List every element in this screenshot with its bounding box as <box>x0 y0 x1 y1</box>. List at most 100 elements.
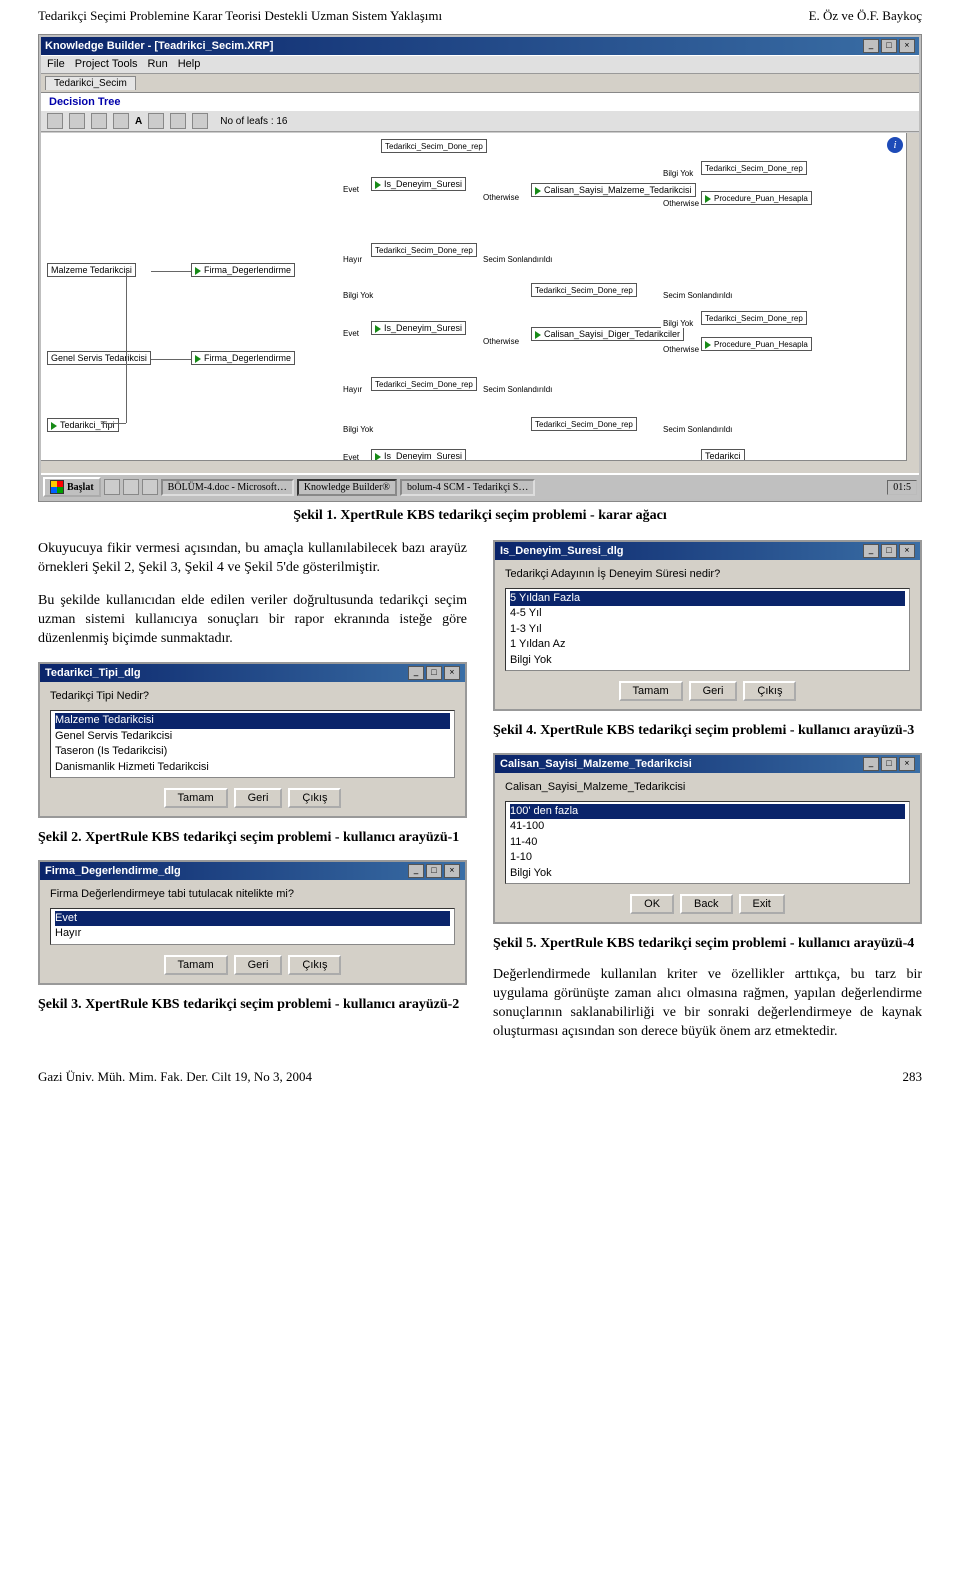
node-branch-malzeme[interactable]: Malzeme Tedarikcisi <box>47 263 136 277</box>
node-proc-r2[interactable]: Procedure_Puan_Hesapla <box>701 337 812 351</box>
node-isdeneyim-2[interactable]: Is_Deneyim_Suresi <box>371 321 466 335</box>
node-sdone-r1b[interactable]: Tedarikci_Secim_Done_rep <box>371 243 477 257</box>
list-item[interactable]: Bilgi Yok <box>510 653 905 668</box>
knowledge-builder-screenshot: Knowledge Builder - [Teadrikci_Secim.XRP… <box>38 34 922 502</box>
toolbar-icon[interactable] <box>192 113 208 129</box>
minimize-icon[interactable]: _ <box>408 864 424 878</box>
list-item[interactable]: Taseron (Is Tedarikcisi) <box>55 744 450 759</box>
quick-launch-icon[interactable] <box>104 479 120 495</box>
node-firma-2[interactable]: Firma_Degerlendirme <box>191 351 295 365</box>
maximize-icon[interactable]: □ <box>881 39 897 53</box>
quick-launch-icon[interactable] <box>123 479 139 495</box>
dlg4-listbox[interactable]: 5 Yıldan Fazla 4-5 Yıl 1-3 Yıl 1 Yıldan … <box>505 588 910 671</box>
node-firma-1[interactable]: Firma_Degerlendirme <box>191 263 295 277</box>
dlg2-listbox[interactable]: Malzeme Tedarikcisi Genel Servis Tedarik… <box>50 710 455 778</box>
close-icon[interactable]: × <box>899 39 915 53</box>
node-calisan-diger[interactable]: Calisan_Sayisi_Diger_Tedarikciler <box>531 327 684 341</box>
menu-help[interactable]: Help <box>178 58 201 71</box>
ok-button[interactable]: Tamam <box>164 955 228 975</box>
close-icon[interactable]: × <box>444 666 460 680</box>
node-sdone-r3[interactable]: Tedarikci_Secim_Done_rep <box>531 417 637 431</box>
ok-button[interactable]: OK <box>630 894 674 914</box>
toolbar: A No of leafs : 16 <box>41 111 919 132</box>
list-item[interactable]: 41-100 <box>510 819 905 834</box>
node-sdone-r2b[interactable]: Tedarikci_Secim_Done_rep <box>371 377 477 391</box>
task-doc2[interactable]: bolum-4 SCM - Tedarikçi S… <box>400 479 535 496</box>
quick-launch-icon[interactable] <box>142 479 158 495</box>
info-icon[interactable]: i <box>887 137 903 153</box>
exit-button[interactable]: Çıkış <box>743 681 796 701</box>
toolbar-icon[interactable] <box>113 113 129 129</box>
back-button[interactable]: Geri <box>234 788 283 808</box>
window-controls[interactable]: _ □ × <box>863 39 915 53</box>
list-item[interactable]: 1-10 <box>510 850 905 865</box>
scrollbar-horizontal[interactable] <box>41 460 907 473</box>
exit-button[interactable]: Çıkış <box>288 955 341 975</box>
node-calisan-malzeme-1[interactable]: Calisan_Sayisi_Malzeme_Tedarikcisi <box>531 183 696 197</box>
dlg2-title: Tedarikci_Tipi_dlg <box>45 667 141 679</box>
menu-file[interactable]: File <box>47 58 65 71</box>
figure3-caption: Şekil 3. XpertRule KBS tedarikçi seçim p… <box>38 997 467 1013</box>
exit-button[interactable]: Exit <box>739 894 785 914</box>
back-button[interactable]: Geri <box>234 955 283 975</box>
ok-button[interactable]: Tamam <box>164 788 228 808</box>
toolbar-icon[interactable] <box>148 113 164 129</box>
list-item[interactable]: Malzeme Tedarikcisi <box>55 713 450 728</box>
app-title: Knowledge Builder - [Teadrikci_Secim.XRP… <box>45 40 273 52</box>
dlg3-listbox[interactable]: Evet Hayır <box>50 908 455 945</box>
list-item[interactable]: Bilgi Yok <box>510 866 905 881</box>
tab-tedarikci-secim[interactable]: Tedarikci_Secim <box>45 76 136 90</box>
close-icon[interactable]: × <box>899 757 915 771</box>
edge-bilgiyok: Bilgi Yok <box>661 169 695 178</box>
edge-sonland-3: Secim Sonlandırıldı <box>481 385 554 394</box>
task-knowledge-builder[interactable]: Knowledge Builder® <box>297 479 397 496</box>
node-branch-genel[interactable]: Genel Servis Tedarikcisi <box>47 351 151 365</box>
decision-tree-canvas[interactable]: i Tedarikci_Tipi Malzeme Tedarikcisi Gen… <box>41 132 919 473</box>
maximize-icon[interactable]: □ <box>426 666 442 680</box>
toolbar-icon[interactable] <box>91 113 107 129</box>
list-item[interactable]: Danismanlik Hizmeti Tedarikcisi <box>55 760 450 775</box>
minimize-icon[interactable]: _ <box>863 757 879 771</box>
system-tray[interactable]: 01:5 <box>887 480 917 495</box>
start-button[interactable]: Başlat <box>43 477 101 497</box>
ok-button[interactable]: Tamam <box>619 681 683 701</box>
minimize-icon[interactable]: _ <box>408 666 424 680</box>
toolbar-icon[interactable] <box>47 113 63 129</box>
list-item[interactable]: 1-3 Yıl <box>510 622 905 637</box>
list-item[interactable]: 5 Yıldan Fazla <box>510 591 905 606</box>
node-sdone-r2a[interactable]: Tedarikci_Secim_Done_rep <box>701 311 807 325</box>
edge-otherwise: Otherwise <box>481 193 521 202</box>
node-sdone-r1c[interactable]: Tedarikci_Secim_Done_rep <box>531 283 637 297</box>
back-button[interactable]: Back <box>680 894 732 914</box>
close-icon[interactable]: × <box>444 864 460 878</box>
node-rep-top[interactable]: Tedarikci_Secim_Done_rep <box>381 139 487 153</box>
list-item[interactable]: 11-40 <box>510 835 905 850</box>
task-word[interactable]: BÖLÜM-4.doc - Microsoft… <box>161 479 294 496</box>
list-item[interactable]: 4-5 Yıl <box>510 606 905 621</box>
maximize-icon[interactable]: □ <box>426 864 442 878</box>
list-item[interactable]: 1 Yıldan Az <box>510 637 905 652</box>
menu-project-tools[interactable]: Project Tools <box>75 58 138 71</box>
node-proc-r1[interactable]: Procedure_Puan_Hesapla <box>701 191 812 205</box>
node-isdeneyim-1[interactable]: Is_Deneyim_Suresi <box>371 177 466 191</box>
page-footer: Gazi Üniv. Müh. Mim. Fak. Der. Cilt 19, … <box>38 1069 922 1085</box>
maximize-icon[interactable]: □ <box>881 757 897 771</box>
list-item[interactable]: 100' den fazla <box>510 804 905 819</box>
node-sdone-r1a[interactable]: Tedarikci_Secim_Done_rep <box>701 161 807 175</box>
toolbar-icon[interactable] <box>69 113 85 129</box>
close-icon[interactable]: × <box>899 544 915 558</box>
dlg5-listbox[interactable]: 100' den fazla 41-100 11-40 1-10 Bilgi Y… <box>505 801 910 884</box>
dialog-tedarikci-tipi: Tedarikci_Tipi_dlg _ □ × Tedarikçi Tipi … <box>38 662 467 818</box>
maximize-icon[interactable]: □ <box>881 544 897 558</box>
minimize-icon[interactable]: _ <box>863 39 879 53</box>
toolbar-icon[interactable] <box>170 113 186 129</box>
menu-run[interactable]: Run <box>148 58 168 71</box>
exit-button[interactable]: Çıkış <box>288 788 341 808</box>
list-item[interactable]: Hayır <box>55 926 450 941</box>
back-button[interactable]: Geri <box>689 681 738 701</box>
scrollbar-vertical[interactable] <box>906 133 919 473</box>
list-item[interactable]: Genel Servis Tedarikcisi <box>55 729 450 744</box>
minimize-icon[interactable]: _ <box>863 544 879 558</box>
node-tedarikci-tipi[interactable]: Tedarikci_Tipi <box>47 418 119 432</box>
list-item[interactable]: Evet <box>55 911 450 926</box>
